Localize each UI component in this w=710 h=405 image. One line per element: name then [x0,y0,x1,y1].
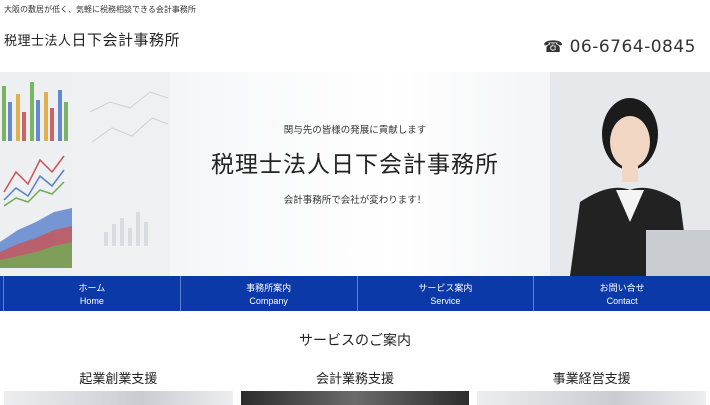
service-label: 会計業務支援 [316,372,395,387]
service-card-management[interactable]: 事業経営支援 [473,368,710,405]
service-image [477,391,707,405]
hero-subtitle: 関与先の皆様の発展に貢献します [283,125,427,136]
services-row: 起業創業支援 会計業務支援 事業経営支援 [0,368,710,405]
tagline: 大阪の敷居が低く、気軽に税務相談できる会計事務所 [4,5,196,14]
service-image [240,391,470,405]
hero-catchphrase: 会計事務所で会社が変わります！ [283,195,427,206]
hero-banner: 関与先の皆様の発展に貢献します 税理士法人日下会計事務所 会計事務所で会社が変わ… [0,72,710,276]
services-section-title: サービスのご案内 [299,333,411,349]
nav-label-en: Company [249,296,288,306]
logo-prefix: 税理士法人 [4,34,72,49]
service-label: 起業創業支援 [79,372,158,387]
nav-label-en: Service [430,296,461,306]
nav-item-company[interactable]: 事務所案内 Company [181,276,358,311]
phone-text: 06-6764-0845 [569,37,696,57]
main-nav: ホーム Home 事務所案内 Company サービス案内 Service お問… [0,276,710,311]
phone-number[interactable]: ☎ 06-6764-0845 [543,37,696,57]
hero-title: 税理士法人日下会計事務所 [211,152,499,178]
phone-icon: ☎ [543,37,564,56]
nav-label-jp: 事務所案内 [246,284,292,294]
service-card-startup[interactable]: 起業創業支援 [0,368,237,405]
service-card-accounting[interactable]: 会計業務支援 [237,368,474,405]
service-image [4,391,233,405]
nav-label-jp: お問い合せ [599,284,645,294]
nav-item-home[interactable]: ホーム Home [3,276,181,311]
service-label: 事業経営支援 [552,372,631,387]
nav-label-jp: サービス案内 [418,284,473,294]
nav-label-en: Contact [606,296,638,306]
nav-item-service[interactable]: サービス案内 Service [358,276,535,311]
logo-name: 日下会計事務所 [71,31,181,49]
nav-label-jp: ホーム [78,284,106,294]
site-logo[interactable]: 税理士法人日下会計事務所 [4,29,180,50]
nav-item-contact[interactable]: お問い合せ Contact [534,276,710,311]
nav-label-en: Home [79,296,104,306]
